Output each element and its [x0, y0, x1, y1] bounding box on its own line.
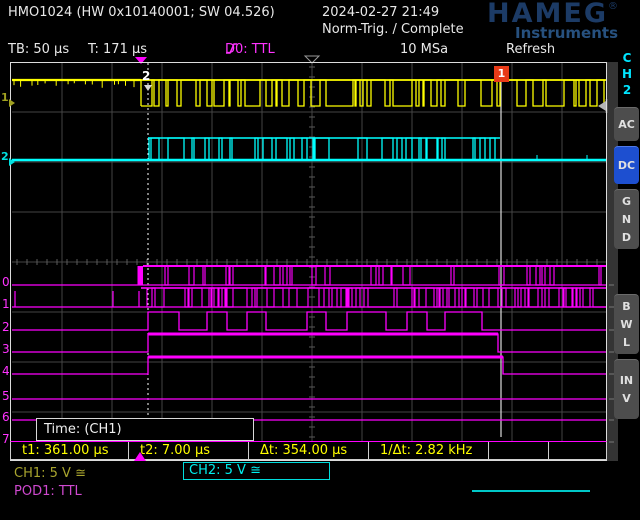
- digital-label-d6: 6: [2, 411, 12, 424]
- right-arrow-icon: [9, 99, 15, 107]
- hameg-logo: HAMEG® Instruments: [487, 1, 618, 40]
- cursor2-label: 2: [142, 69, 150, 83]
- digital-label-d1: 1: [2, 298, 12, 311]
- trigger-time-readout: T: 171 µs: [88, 42, 147, 57]
- ch1-marker-label: 1: [1, 91, 9, 104]
- ch2-scale-info-selected: CH2: 5 V ≅: [183, 462, 330, 480]
- readout-cell-4: [489, 442, 549, 459]
- digital-label-d0: 0: [2, 276, 12, 289]
- sidebar-button-dc[interactable]: DC: [614, 146, 639, 184]
- ch1-scale-text: CH1: 5 V: [14, 466, 71, 481]
- cursor-readout-bar: t1: 361.00 µst2: 7.00 µsΔt: 354.00 µs1/Δ…: [10, 441, 607, 460]
- ch1-position-marker: 1: [1, 92, 15, 107]
- sidebar-button-inv[interactable]: INV: [614, 359, 639, 419]
- cursor2-down-arrow-icon: [144, 85, 152, 91]
- datetime: 2024-02-27 21:49: [322, 5, 439, 20]
- readout-cell-0: t1: 361.00 µs: [11, 442, 129, 459]
- trigger-position-marker-bottom: [134, 452, 146, 461]
- digital-label-d2: 2: [2, 321, 12, 334]
- registered-mark: ®: [608, 1, 618, 12]
- device-model: HMO1024 (HW 0x10140001; SW 04.526): [8, 5, 275, 20]
- readout-cell-1: t2: 7.00 µs: [129, 442, 249, 459]
- trigger-source-readout: D0: TTL: [225, 42, 279, 57]
- pod1-info: POD1: TTL: [14, 484, 82, 499]
- ch2-underline: [472, 490, 590, 492]
- readout-cell-5: [549, 442, 606, 459]
- sidebar-button-gnd[interactable]: GND: [614, 189, 639, 249]
- dc-coupling-icon: ≅: [250, 463, 261, 478]
- dc-coupling-icon: ≅: [75, 466, 86, 481]
- sidebar-button-bwl[interactable]: BWL: [614, 294, 639, 354]
- digital-label-d3: 3: [2, 343, 12, 356]
- ch1-scale-info: CH1: 5 V ≅: [14, 466, 86, 481]
- right-arrow-icon: [9, 158, 15, 166]
- sample-rate-readout: 10 MSa: [400, 42, 448, 57]
- timebase-readout: TB: 50 µs: [8, 42, 69, 57]
- ch2-position-marker: 2: [1, 151, 15, 166]
- ch2-scale-text: CH2: 5 V: [189, 463, 246, 478]
- acquisition-mode: Refresh: [506, 42, 555, 57]
- readout-cell-3: 1/Δt: 2.82 kHz: [369, 442, 489, 459]
- readout-cell-2: Δt: 354.00 µs: [249, 442, 369, 459]
- sidebar-button-ac[interactable]: AC: [614, 107, 639, 141]
- trigger-source-text: D0: TTL: [225, 42, 275, 57]
- softmenu-title-ch2: CH2: [620, 50, 634, 98]
- digital-label-d4: 4: [2, 365, 12, 378]
- digital-label-d5: 5: [2, 390, 12, 403]
- oscilloscope-screen: HMO1024 (HW 0x10140001; SW 04.526) 2024-…: [0, 0, 640, 520]
- trigger-status: Norm-Trig. / Complete: [322, 22, 464, 37]
- cursor-time-source: Time: (CH1): [36, 418, 254, 441]
- ch2-marker-label: 2: [1, 150, 9, 163]
- cursor1-label: 1: [494, 66, 509, 82]
